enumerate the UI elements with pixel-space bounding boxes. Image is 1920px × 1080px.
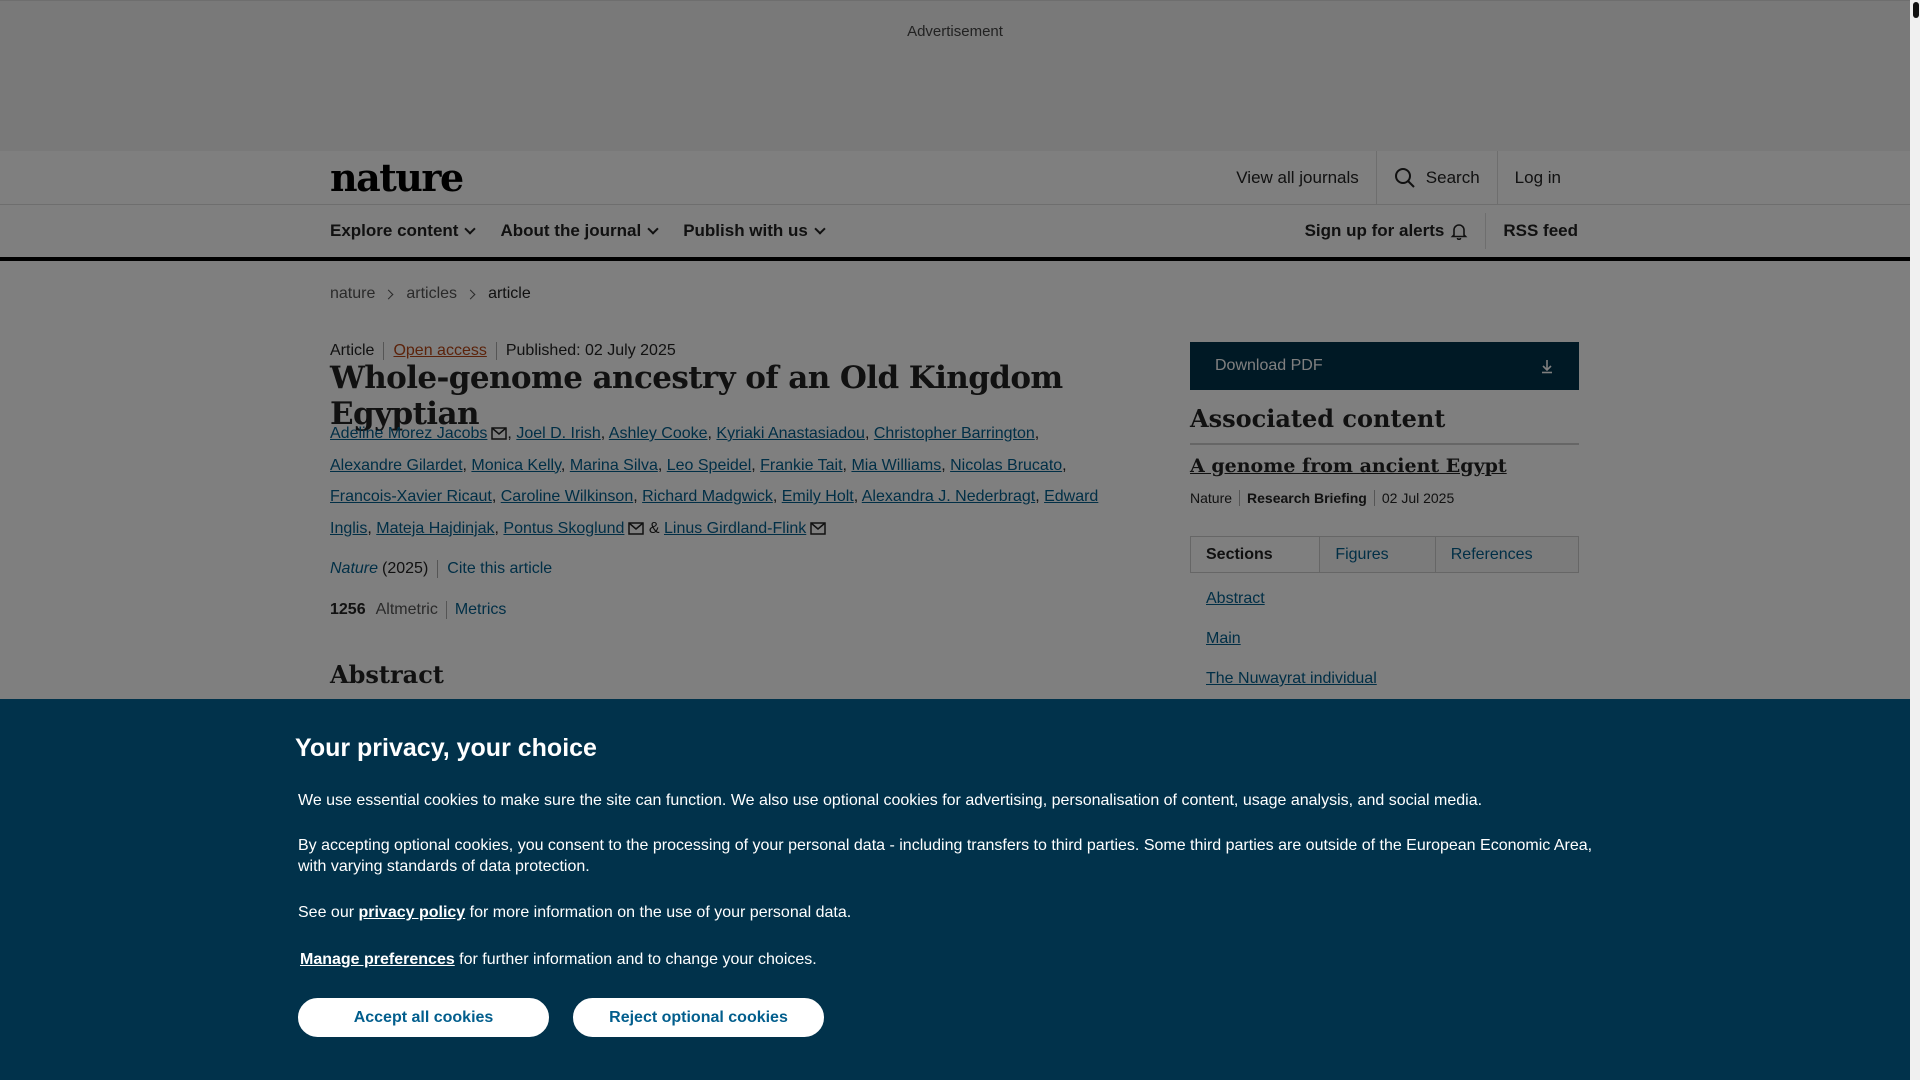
page-scrollbar[interactable] — [1910, 0, 1920, 1080]
accept-all-cookies-button[interactable]: Accept all cookies — [298, 998, 549, 1037]
privacy-text-before: See our — [298, 904, 359, 921]
cookie-title: Your privacy, your choice — [295, 734, 597, 762]
manage-text-after: for further information and to change yo… — [454, 951, 817, 968]
privacy-text-after: for more information on the use of your … — [465, 904, 852, 921]
modal-overlay — [0, 0, 1910, 699]
cookie-consent-banner: Your privacy, your choice We use essenti… — [0, 699, 1910, 1080]
cookie-paragraph-privacy: See our privacy policy for more informat… — [298, 902, 1598, 923]
scrollbar-thumb[interactable] — [1913, 2, 1919, 18]
cookie-paragraph-consent: By accepting optional cookies, you conse… — [298, 837, 1593, 875]
cookie-paragraph-essential: We use essential cookies to make sure th… — [298, 792, 1483, 809]
privacy-policy-link[interactable]: privacy policy — [358, 904, 465, 921]
reject-optional-cookies-button[interactable]: Reject optional cookies — [573, 998, 824, 1037]
manage-preferences-link[interactable]: Manage preferences — [300, 951, 455, 968]
cookie-paragraph-manage: Manage preferences for further informati… — [300, 949, 1600, 970]
